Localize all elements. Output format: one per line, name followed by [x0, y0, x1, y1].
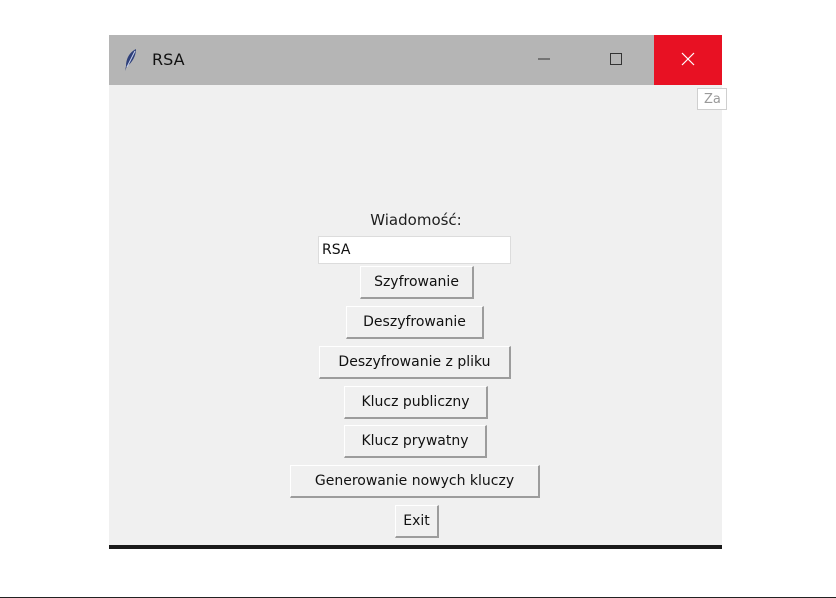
minimize-icon — [537, 51, 551, 70]
maximize-button[interactable] — [582, 35, 649, 85]
window-bottom-border — [109, 545, 722, 549]
feather-icon — [123, 48, 139, 72]
close-tooltip: Za — [697, 88, 727, 110]
message-label: Wiadomość: — [370, 211, 462, 229]
decrypt-from-file-button[interactable]: Deszyfrowanie z pliku — [319, 346, 511, 379]
close-icon — [681, 51, 695, 70]
generate-keys-button[interactable]: Generowanie nowych kluczy — [290, 465, 540, 498]
page: RSA Za Wiadomość: RSA Szyfrowanie Deszyf… — [0, 0, 836, 598]
message-input[interactable] — [318, 236, 511, 264]
encrypt-button[interactable]: Szyfrowanie — [360, 266, 474, 299]
exit-button[interactable]: Exit — [395, 505, 439, 538]
maximize-icon — [609, 51, 623, 70]
window-title: RSA — [152, 50, 185, 69]
decrypt-button[interactable]: Deszyfrowanie — [346, 306, 484, 339]
close-button[interactable] — [654, 35, 722, 85]
public-key-button[interactable]: Klucz publiczny — [344, 386, 488, 419]
minimize-button[interactable] — [510, 35, 577, 85]
private-key-button[interactable]: Klucz prywatny — [344, 425, 487, 458]
title-bar[interactable]: RSA — [109, 35, 722, 85]
